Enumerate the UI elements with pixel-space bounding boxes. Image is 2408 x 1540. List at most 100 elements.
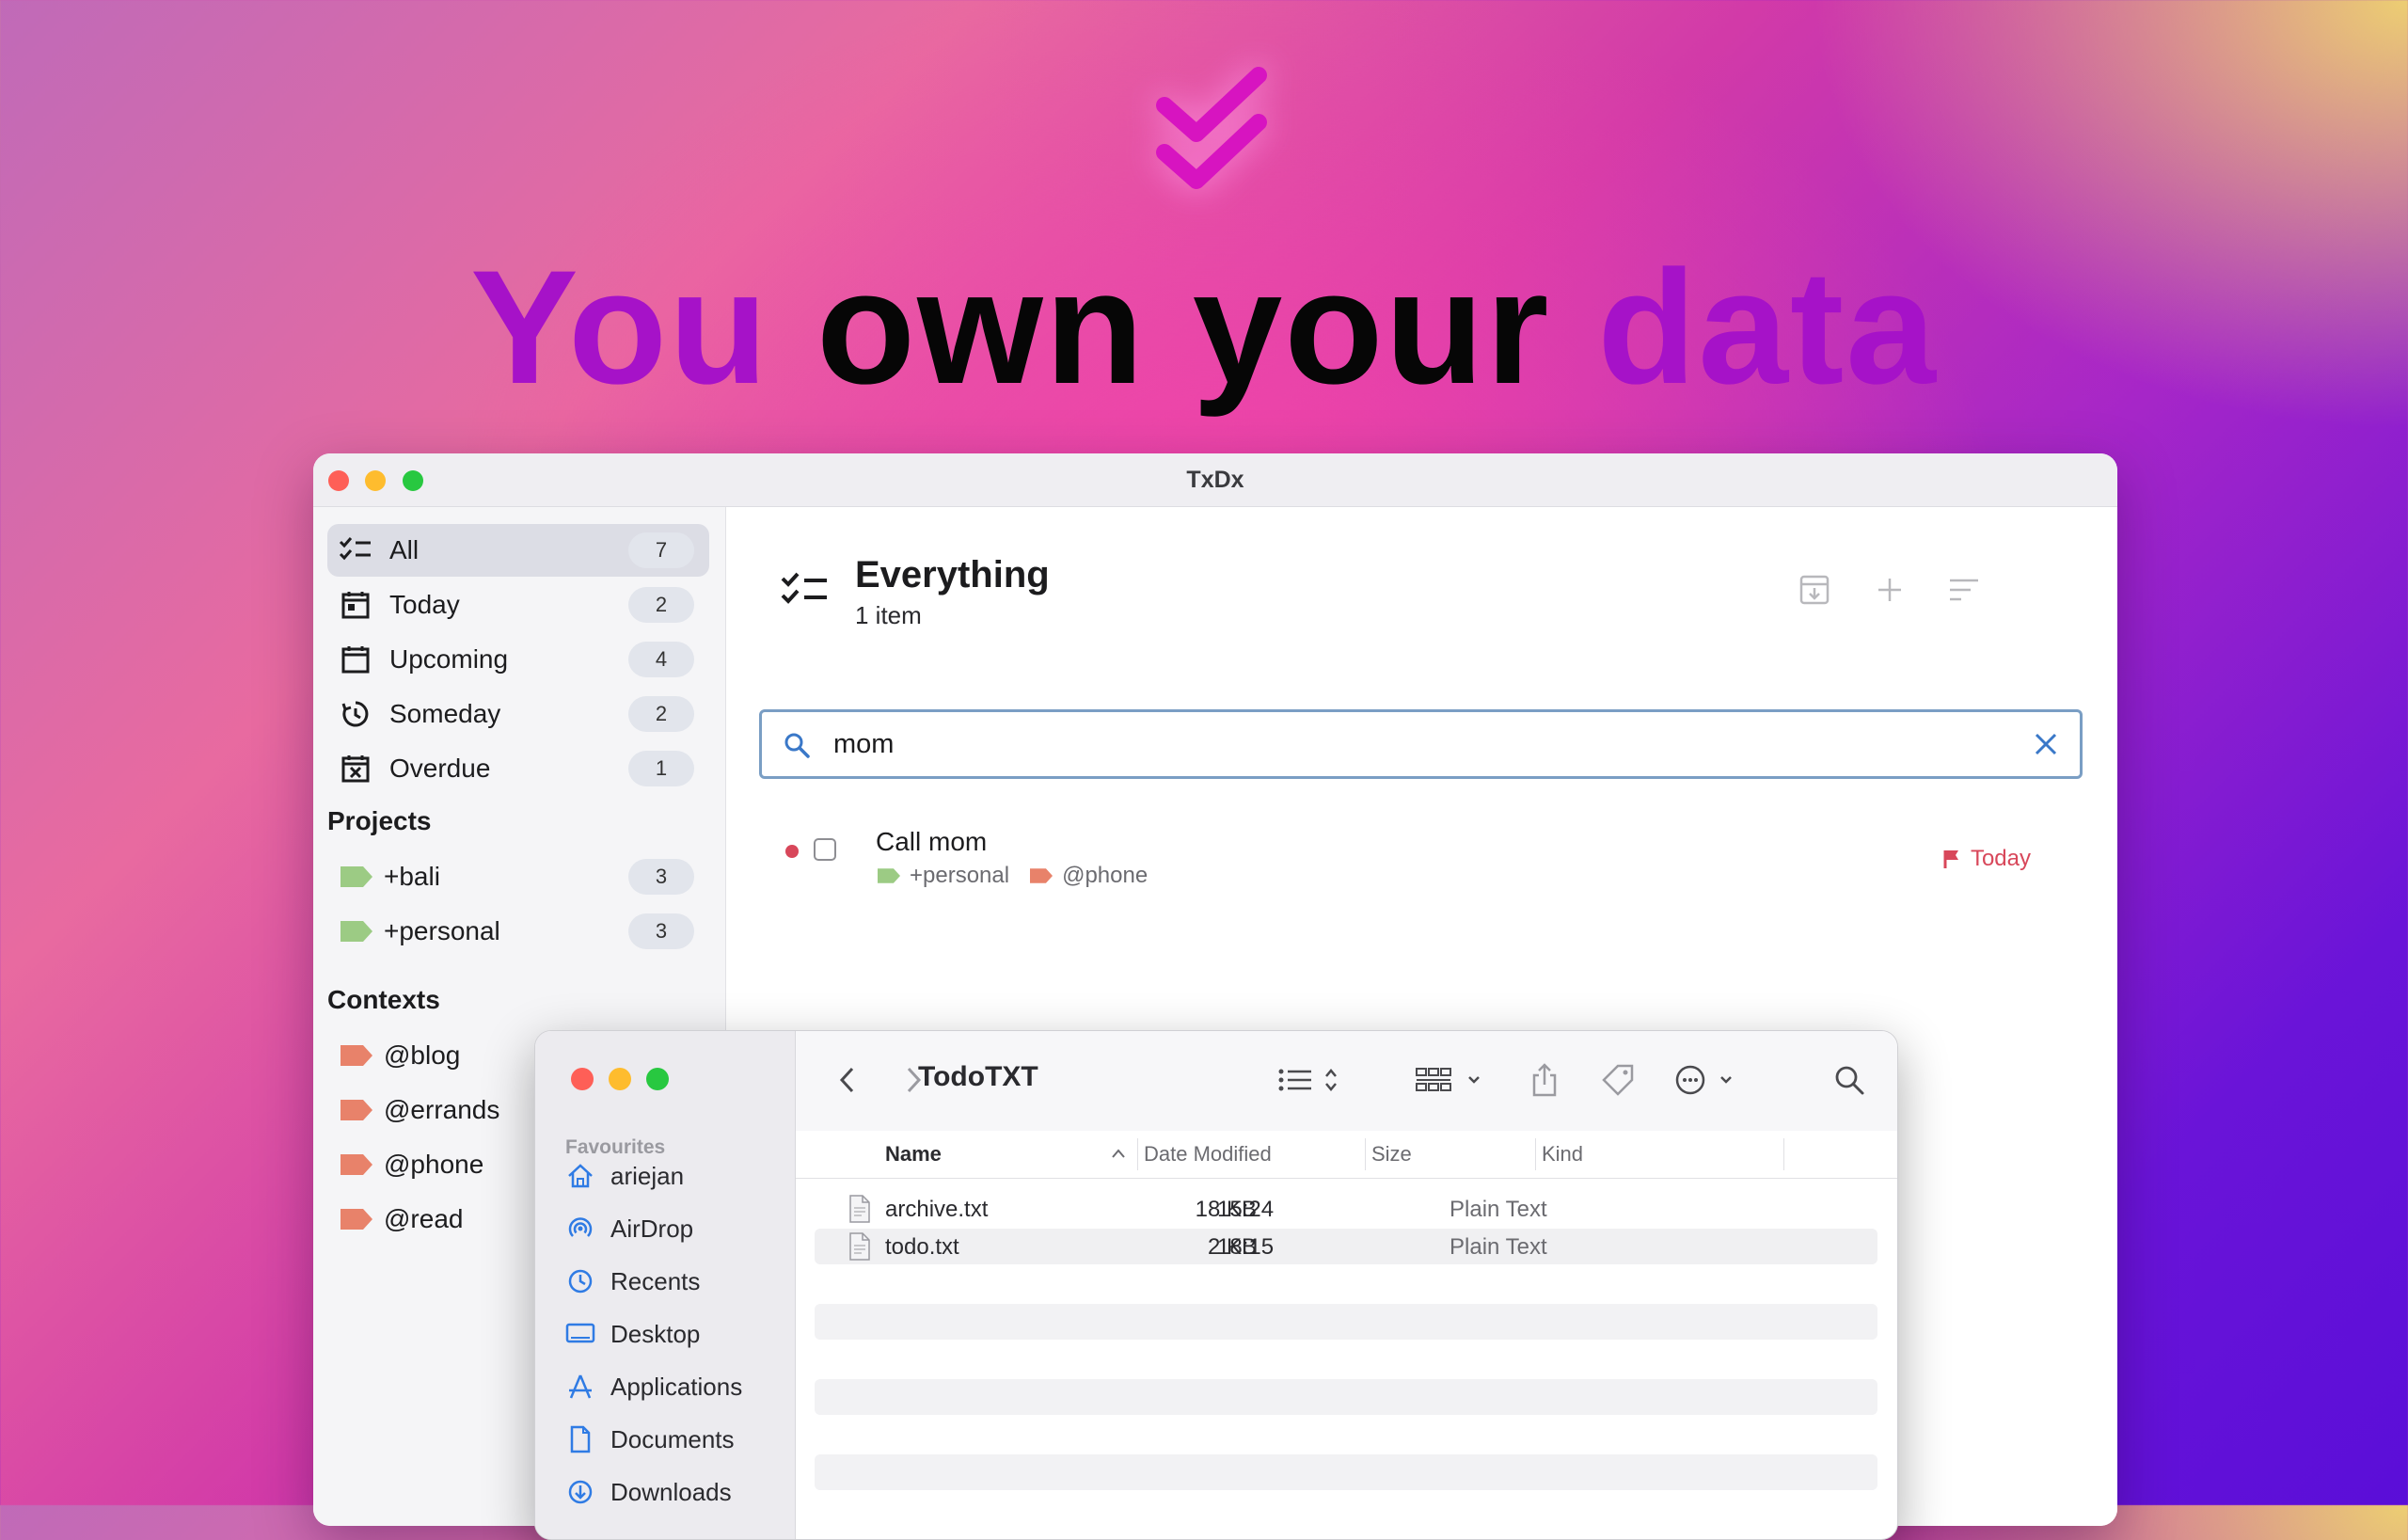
column-divider[interactable] (1535, 1138, 1536, 1170)
home-icon (565, 1161, 595, 1191)
sidebar-item-upcoming[interactable]: Upcoming 4 (327, 633, 709, 686)
count-badge: 3 (628, 859, 694, 895)
share-button[interactable] (1526, 1059, 1563, 1101)
airdrop-icon (565, 1214, 595, 1244)
finder-sidebar-item-applications[interactable]: Applications (565, 1372, 742, 1402)
document-icon (565, 1424, 595, 1454)
context-tag-icon (341, 1154, 372, 1175)
minimize-window-button[interactable] (609, 1068, 631, 1090)
file-size: 2 KB (1207, 1234, 1257, 1260)
sidebar-item-someday[interactable]: Someday 2 (327, 688, 709, 740)
sidebar-item-overdue[interactable]: Overdue 1 (327, 742, 709, 795)
column-date-modified[interactable]: Date Modified (1144, 1142, 1272, 1167)
task-project: +personal (910, 863, 1010, 888)
archive-button[interactable] (1794, 569, 1835, 611)
calendar-today-icon (337, 586, 374, 624)
finder-sidebar-label: AirDrop (610, 1214, 694, 1243)
finder-sidebar-item-documents[interactable]: Documents (565, 1424, 735, 1454)
add-task-button[interactable] (1869, 569, 1910, 611)
count-badge: 3 (628, 913, 694, 949)
list-view-icon (1278, 1069, 1337, 1091)
project-tag-icon (878, 868, 900, 883)
column-divider[interactable] (1783, 1138, 1784, 1170)
sidebar-item-project-personal[interactable]: +personal 3 (327, 905, 709, 958)
column-header: Name Date Modified Size Kind (796, 1131, 1897, 1179)
finder-sidebar-label: Documents (610, 1424, 735, 1453)
context-tag-icon (1030, 868, 1054, 883)
finder-search-button[interactable] (1830, 1061, 1868, 1099)
search-icon (784, 733, 810, 758)
column-divider[interactable] (1365, 1138, 1366, 1170)
column-kind[interactable]: Kind (1542, 1142, 1583, 1167)
project-tag-icon (341, 866, 372, 887)
window-title: TxDx (1186, 467, 1244, 493)
column-name[interactable]: Name (885, 1142, 942, 1167)
clear-search-icon[interactable] (2033, 731, 2059, 757)
empty-row-stripe (815, 1379, 1877, 1415)
zoom-window-button[interactable] (646, 1068, 669, 1090)
close-window-button[interactable] (571, 1068, 594, 1090)
due-badge: Today (1942, 846, 2031, 872)
finder-sidebar-label: Downloads (610, 1477, 732, 1506)
task-title: Call mom (876, 827, 988, 856)
finder-sidebar-item-airdrop[interactable]: AirDrop (565, 1214, 693, 1244)
finder-window: Favourites ariejan AirDrop Recents Deskt… (534, 1030, 1898, 1540)
file-row[interactable]: todo.txt 18:15 2 KB Plain Text (815, 1229, 1877, 1264)
desktop-icon (565, 1319, 595, 1349)
list-title: Everything (855, 554, 1050, 595)
double-check-logo-icon (1156, 67, 1267, 189)
finder-sidebar: Favourites ariejan AirDrop Recents Deskt… (535, 1031, 796, 1539)
sidebar-item-all[interactable]: All 7 (327, 524, 709, 577)
finder-sidebar-item-ariejan[interactable]: ariejan (565, 1161, 684, 1191)
hero-headline: You own your data (0, 246, 2408, 408)
sidebar-item-label: All (389, 535, 420, 564)
chevron-left-icon (839, 1067, 854, 1093)
view-options-button[interactable] (1274, 1061, 1349, 1099)
hero-word-your: your (1192, 237, 1551, 418)
sidebar-item-today[interactable]: Today 2 (327, 579, 709, 631)
finder-sidebar-item-desktop[interactable]: Desktop (565, 1319, 700, 1349)
download-icon (565, 1477, 595, 1507)
applications-icon (565, 1372, 595, 1402)
list-item-count: 1 item (855, 601, 922, 629)
favourites-heading: Favourites (565, 1136, 666, 1158)
column-divider[interactable] (1137, 1138, 1138, 1170)
clock-icon (565, 1266, 595, 1296)
group-button[interactable] (1413, 1061, 1488, 1099)
sidebar-item-label: +personal (384, 916, 500, 945)
task-checkbox[interactable] (814, 838, 836, 861)
current-folder-title: TodoTXT (918, 1061, 1038, 1092)
search-query: mom (833, 729, 895, 759)
finder-sidebar-item-recents[interactable]: Recents (565, 1266, 700, 1296)
column-size[interactable]: Size (1371, 1142, 1412, 1167)
empty-row-stripe (815, 1454, 1877, 1490)
finder-sidebar-item-downloads[interactable]: Downloads (565, 1477, 732, 1507)
contexts-heading: Contexts (327, 985, 440, 1014)
grid-group-icon (1416, 1068, 1480, 1091)
checklist-icon (781, 572, 827, 604)
file-kind: Plain Text (1450, 1234, 1547, 1260)
search-input[interactable]: mom (759, 709, 2083, 779)
context-tag-icon (341, 1100, 372, 1120)
plus-icon (1878, 579, 1901, 601)
more-actions-button[interactable] (1672, 1061, 1748, 1099)
projects-heading: Projects (327, 806, 432, 835)
archive-icon (1799, 575, 1830, 605)
empty-row-stripe (815, 1304, 1877, 1340)
flag-icon (1943, 850, 1958, 868)
tag-button[interactable] (1597, 1059, 1639, 1101)
back-button[interactable] (830, 1063, 863, 1097)
sidebar-item-project-bali[interactable]: +bali 3 (327, 850, 709, 903)
sidebar-item-label: Today (389, 590, 460, 619)
search-icon (1835, 1066, 1864, 1095)
context-tag-icon (341, 1209, 372, 1230)
text-file-icon (849, 1195, 870, 1223)
calendar-x-icon (337, 750, 374, 787)
finder-sidebar-label: Recents (610, 1266, 701, 1295)
checklist-icon (337, 532, 374, 569)
sidebar-item-label: Upcoming (389, 644, 509, 674)
sort-button[interactable] (1943, 569, 1985, 611)
calendar-icon (337, 641, 374, 678)
due-label: Today (1970, 846, 2031, 871)
file-row[interactable]: archive.txt 15:24 18 KB Plain Text (815, 1191, 1877, 1227)
